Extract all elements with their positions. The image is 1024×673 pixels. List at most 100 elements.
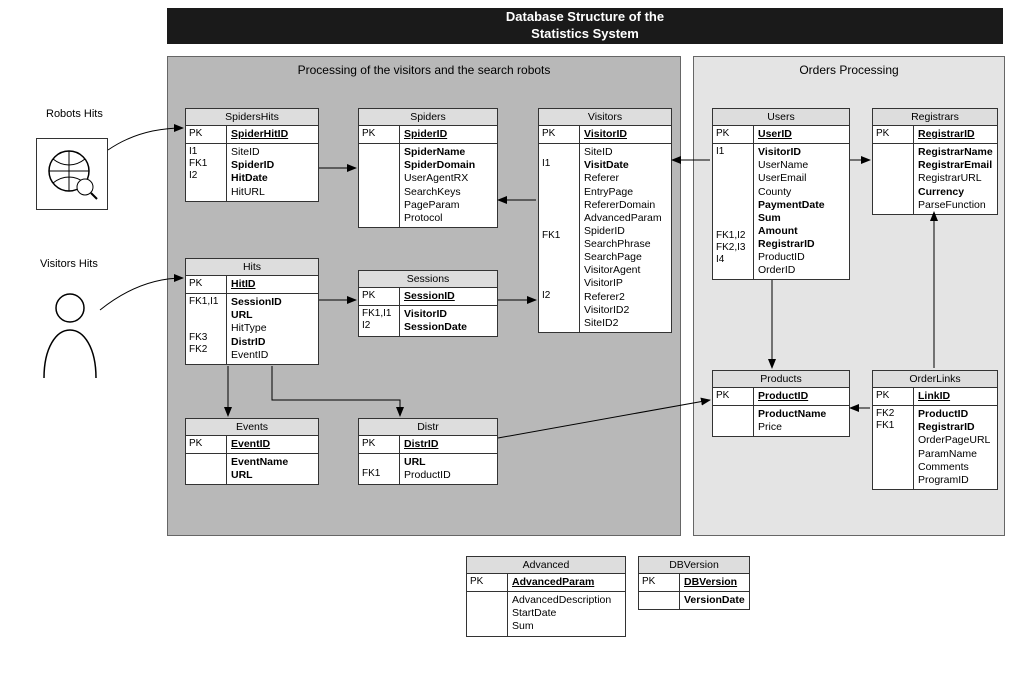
field: ProductID <box>404 469 493 482</box>
key-column: PK <box>873 126 914 143</box>
table-section: EventNameURL <box>186 454 318 484</box>
table-section: PK RegistrarID <box>873 126 997 144</box>
label-visitors-hits: Visitors Hits <box>40 258 98 270</box>
fields-column: SiteIDSpiderIDHitDateHitURL <box>227 144 318 201</box>
table-spidershits: SpidersHitsPKSpiderHitIDI1 FK1 I2SiteIDS… <box>185 108 319 202</box>
fields-column: LinkID <box>914 388 997 405</box>
table-section: FK1,I1 FK3 FK2SessionIDURLHitTypeDistrID… <box>186 294 318 364</box>
field: SearchKeys <box>404 186 493 199</box>
table-distr: DistrPKDistrID FK1URLProductID <box>358 418 498 485</box>
field: Sum <box>512 620 621 633</box>
field: EventName <box>231 456 314 469</box>
field: SessionID <box>231 296 314 309</box>
key-column: PK <box>713 126 754 143</box>
diagram-title: Database Structure of the Statistics Sys… <box>167 8 1003 44</box>
key-column: I1 FK1 I2 <box>539 144 580 332</box>
field: Protocol <box>404 212 493 225</box>
table-section: PK SessionID <box>359 288 497 306</box>
field: AdvancedDescription <box>512 594 621 607</box>
field: EventID <box>231 349 314 362</box>
field: SiteID <box>231 146 314 159</box>
table-section: PKSpiderHitID <box>186 126 318 144</box>
key-column: PK <box>186 436 227 453</box>
fields-column: EventNameURL <box>227 454 318 484</box>
field: SiteID2 <box>584 317 667 330</box>
fields-column: SpiderHitID <box>227 126 318 143</box>
key-column: PK <box>359 288 400 305</box>
field: Price <box>758 421 845 434</box>
key-column: FK1,I1 FK3 FK2 <box>186 294 227 364</box>
table-header: Advanced <box>467 557 625 574</box>
field: UserID <box>758 128 845 141</box>
table-header: Registrars <box>873 109 997 126</box>
fields-column: VisitorIDSessionDate <box>400 306 497 336</box>
field: VisitorID <box>758 146 845 159</box>
table-section: FK2 FK1ProductIDRegistrarIDOrderPageURLP… <box>873 406 997 489</box>
field: UserEmail <box>758 172 845 185</box>
field: StartDate <box>512 607 621 620</box>
field: County <box>758 186 845 199</box>
key-column <box>359 144 400 227</box>
table-hits: HitsPKHitIDFK1,I1 FK3 FK2SessionIDURLHit… <box>185 258 319 365</box>
key-column: PK <box>713 388 754 405</box>
table-section: I1 FK1 I2SiteIDSpiderIDHitDateHitURL <box>186 144 318 201</box>
table-header: Visitors <box>539 109 671 126</box>
field: UserAgentRX <box>404 172 493 185</box>
table-header: Users <box>713 109 849 126</box>
field: RegistrarID <box>918 128 993 141</box>
key-column: PK <box>186 276 227 293</box>
field: Currency <box>918 186 993 199</box>
field: EventID <box>231 438 314 451</box>
table-section: PK EventID <box>186 436 318 454</box>
table-section: PKLinkID <box>873 388 997 406</box>
field: VisitorIP <box>584 277 667 290</box>
globe-icon <box>36 138 108 210</box>
field: ParamName <box>918 448 993 461</box>
table-events: EventsPKEventIDEventNameURL <box>185 418 319 485</box>
field: SpiderID <box>231 159 314 172</box>
key-column: PK <box>186 126 227 143</box>
field: RefererDomain <box>584 199 667 212</box>
field: UserName <box>758 159 845 172</box>
field: SearchPage <box>584 251 667 264</box>
field: VersionDate <box>684 594 745 607</box>
field: Sum <box>758 212 845 225</box>
field: AdvancedParam <box>584 212 667 225</box>
fields-column: SpiderNameSpiderDomainUserAgentRXSearchK… <box>400 144 497 227</box>
table-section: I1 FK1,I2 FK2,I3 I4VisitorIDUserNameUser… <box>713 144 849 279</box>
field: PaymentDate <box>758 199 845 212</box>
key-column <box>467 592 508 635</box>
table-section: PKDBVersion <box>639 574 749 592</box>
fields-column: SiteIDVisitDateRefererEntryPageRefererDo… <box>580 144 671 332</box>
field: SessionID <box>404 290 493 303</box>
field: OrderID <box>758 264 845 277</box>
field: RegistrarEmail <box>918 159 993 172</box>
field: DistrID <box>231 336 314 349</box>
key-column <box>713 406 754 436</box>
field: VisitDate <box>584 159 667 172</box>
region-orders-title: Orders Processing <box>694 63 1004 77</box>
field: DBVersion <box>684 576 745 589</box>
region-visitors-title: Processing of the visitors and the searc… <box>168 63 680 77</box>
field: ParseFunction <box>918 199 993 212</box>
key-column: PK <box>359 436 400 453</box>
key-column: PK <box>873 388 914 405</box>
field: EntryPage <box>584 186 667 199</box>
field: URL <box>404 456 493 469</box>
table-header: DBVersion <box>639 557 749 574</box>
field: SpiderName <box>404 146 493 159</box>
fields-column: RegistrarID <box>914 126 997 143</box>
field: ProductID <box>918 408 993 421</box>
key-column: PK <box>467 574 508 591</box>
fields-column: DBVersion <box>680 574 749 591</box>
table-dbversion: DBVersionPKDBVersion VersionDate <box>638 556 750 610</box>
field: SessionDate <box>404 321 493 334</box>
table-registrars: RegistrarsPKRegistrarIDRegistrarNameRegi… <box>872 108 998 215</box>
table-orderlinks: OrderLinksPKLinkIDFK2 FK1ProductIDRegist… <box>872 370 998 490</box>
table-sessions: SessionsPKSessionIDFK1,I1 I2VisitorIDSes… <box>358 270 498 337</box>
key-column <box>639 592 680 609</box>
table-header: Sessions <box>359 271 497 288</box>
field: VisitorID2 <box>584 304 667 317</box>
table-users: UsersPK UserID I1 FK1,I2 FK2,I3 I4VisitorI… <box>712 108 850 280</box>
table-section: PK UserID <box>713 126 849 144</box>
